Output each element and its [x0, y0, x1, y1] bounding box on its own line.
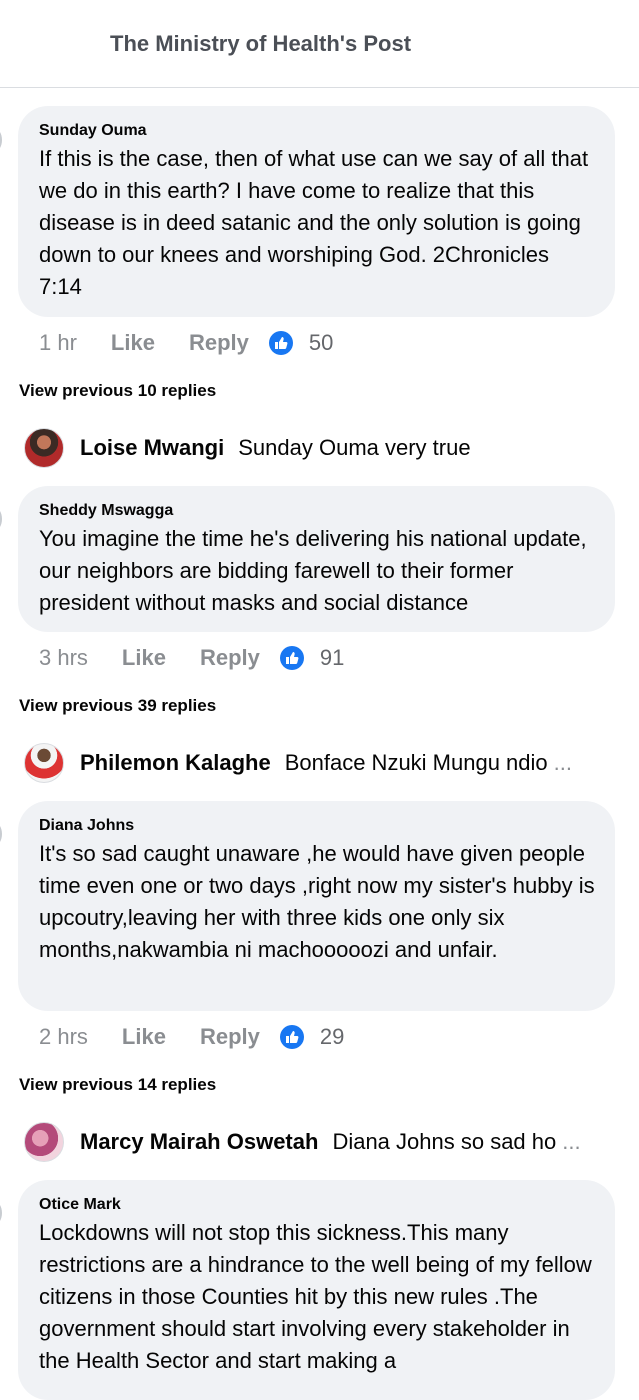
comment-actions: 2 hrs Like Reply 29 — [39, 1022, 344, 1052]
like-button[interactable]: Like — [122, 1024, 166, 1050]
comment-actions: 3 hrs Like Reply 91 — [39, 643, 344, 673]
view-previous-replies[interactable]: View previous 14 replies — [19, 1075, 216, 1095]
like-button[interactable]: Like — [111, 330, 155, 356]
comment-time[interactable]: 2 hrs — [39, 1024, 88, 1050]
comment-author[interactable]: Diana Johns — [39, 816, 597, 836]
reaction-count[interactable]: 91 — [320, 645, 344, 671]
reply-author[interactable]: Philemon Kalaghe — [80, 750, 271, 776]
reply-button[interactable]: Reply — [200, 645, 260, 671]
comment-bubble: Diana Johns It's so sad caught unaware ,… — [18, 801, 615, 1011]
truncation-ellipsis: ... — [553, 750, 572, 775]
comment-author[interactable]: Sunday Ouma — [39, 121, 597, 141]
comment-author[interactable]: Sheddy Mswagga — [39, 501, 597, 521]
comment-text: You imagine the time he's delivering his… — [39, 526, 587, 615]
reply-preview[interactable]: Philemon Kalaghe Bonface Nzuki Mungu ndi… — [24, 741, 639, 785]
reply-snippet: Diana Johns so sad ho — [332, 1129, 557, 1154]
truncation-ellipsis: ... — [562, 1129, 581, 1154]
thumbs-up-icon[interactable] — [268, 331, 293, 355]
reply-button[interactable]: Reply — [189, 330, 249, 356]
reply-author[interactable]: Marcy Mairah Oswetah — [80, 1129, 318, 1155]
avatar-partial[interactable] — [0, 128, 2, 152]
comment-time[interactable]: 3 hrs — [39, 645, 88, 671]
comment-bubble: Sunday Ouma If this is the case, then of… — [18, 106, 615, 317]
reply-preview[interactable]: Loise Mwangi Sunday Ouma very true — [24, 426, 639, 470]
page-title: The Ministry of Health's Post — [110, 31, 412, 56]
avatar[interactable] — [24, 1122, 64, 1162]
like-button[interactable]: Like — [122, 645, 166, 671]
avatar[interactable] — [24, 743, 64, 783]
comment-time[interactable]: 1 hr — [39, 330, 77, 356]
avatar[interactable] — [24, 428, 64, 468]
reaction-count[interactable]: 50 — [309, 330, 333, 356]
view-previous-replies[interactable]: View previous 39 replies — [19, 696, 216, 716]
comment-bubble: Otice Mark Lockdowns will not stop this … — [18, 1180, 615, 1400]
reply-button[interactable]: Reply — [200, 1024, 260, 1050]
view-previous-replies[interactable]: View previous 10 replies — [19, 381, 216, 401]
comment-text: Lockdowns will not stop this sickness.Th… — [39, 1220, 592, 1373]
comment-text: It's so sad caught unaware ,he would hav… — [39, 841, 595, 962]
reply-snippet: Sunday Ouma very true — [238, 435, 471, 460]
reply-preview[interactable]: Marcy Mairah Oswetah Diana Johns so sad … — [24, 1120, 639, 1164]
comment-author[interactable]: Otice Mark — [39, 1195, 597, 1215]
avatar-partial[interactable] — [0, 822, 2, 846]
comment-bubble: Sheddy Mswagga You imagine the time he's… — [18, 486, 615, 632]
comment-actions: 1 hr Like Reply 50 — [39, 328, 333, 358]
avatar-partial[interactable] — [0, 507, 2, 531]
reaction-count[interactable]: 29 — [320, 1024, 344, 1050]
thumbs-up-icon[interactable] — [279, 1025, 304, 1049]
avatar-partial[interactable] — [0, 1201, 2, 1225]
thumbs-up-icon[interactable] — [279, 646, 304, 670]
reply-author[interactable]: Loise Mwangi — [80, 435, 224, 461]
comment-text: If this is the case, then of what use ca… — [39, 146, 589, 299]
reply-snippet: Bonface Nzuki Mungu ndio — [284, 750, 548, 775]
post-header: The Ministry of Health's Post — [0, 0, 639, 88]
